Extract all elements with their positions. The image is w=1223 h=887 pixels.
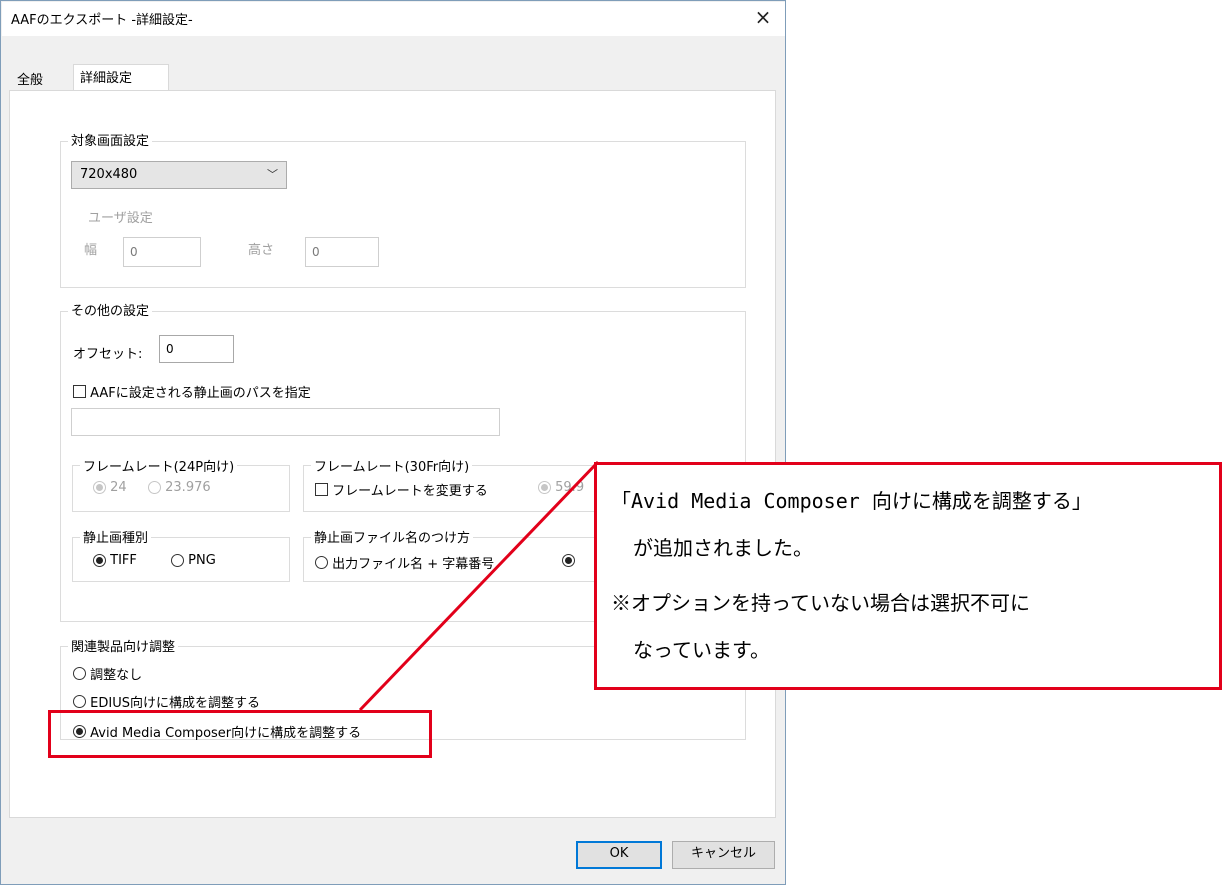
callout-line-3: ※オプションを持っていない場合は選択不可に <box>611 591 1030 615</box>
annotation-callout: 「Avid Media Composer 向けに構成を調整する」 が追加されまし… <box>594 462 1222 690</box>
avid-highlight-box <box>48 710 432 758</box>
callout-line-4: なっています。 <box>633 638 770 662</box>
callout-line-2: が追加されました。 <box>633 536 813 560</box>
callout-line-1: 「Avid Media Composer 向けに構成を調整する」 <box>611 489 1092 513</box>
